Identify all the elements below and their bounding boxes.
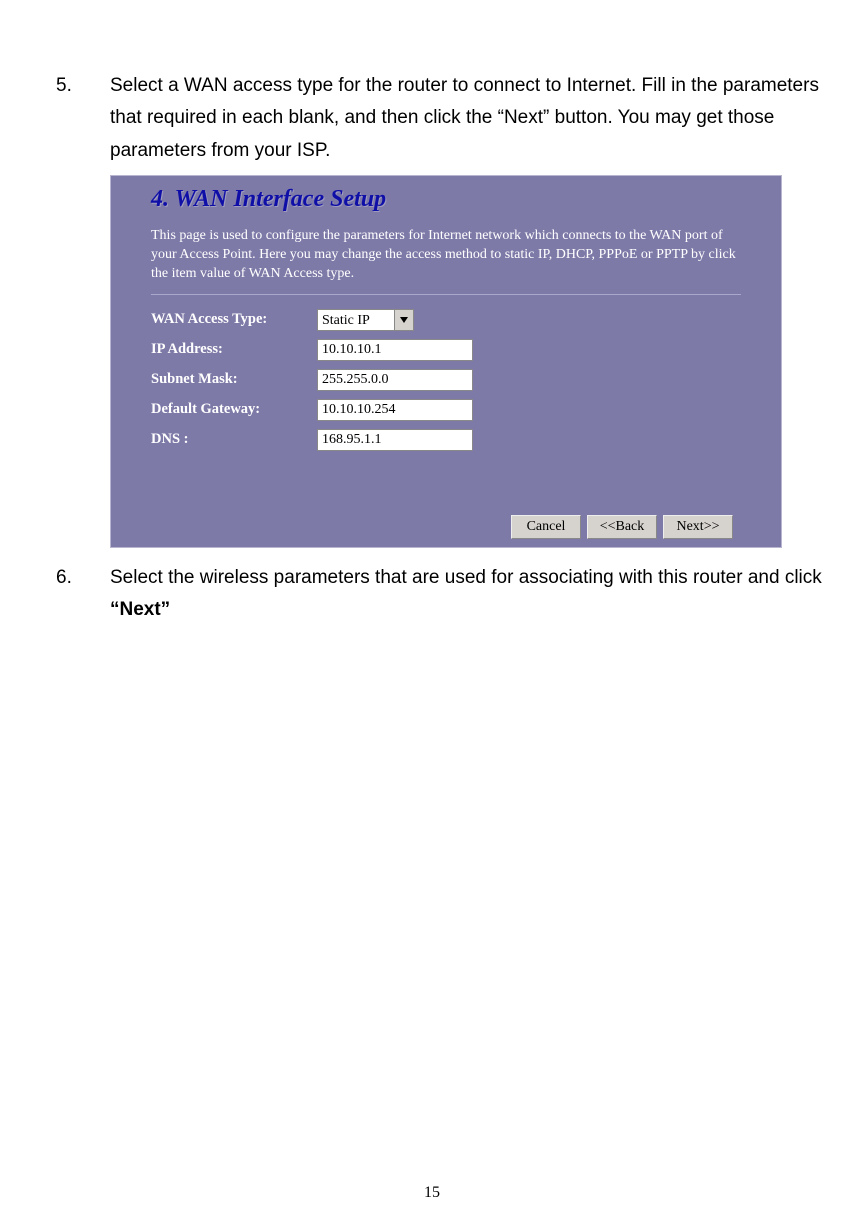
panel-description: This page is used to configure the param… [151,219,741,292]
panel-wrap: 4. WAN Interface Setup This page is used… [110,175,832,548]
page: 5. Select a WAN access type for the rout… [0,0,864,1228]
input-gateway[interactable] [317,399,473,421]
step-6-text-a: Select the wireless parameters that are … [110,567,822,588]
step-5-text: Select a WAN access type for the router … [110,70,832,167]
step-6-text-b: “Next” [110,599,170,620]
select-access-type[interactable]: Static IP [317,309,414,331]
next-button[interactable]: Next>> [663,515,733,539]
step-6-number: 6. [32,562,110,627]
label-ip: IP Address: [151,341,317,358]
divider [151,294,741,295]
input-ip[interactable] [317,339,473,361]
dropdown-icon[interactable] [394,310,413,330]
label-gateway: Default Gateway: [151,401,317,418]
label-access-type: WAN Access Type: [151,311,317,328]
input-mask[interactable] [317,369,473,391]
row-gateway: Default Gateway: [151,399,741,421]
row-dns: DNS : [151,429,741,451]
wan-setup-panel: 4. WAN Interface Setup This page is used… [110,175,782,548]
select-access-type-value: Static IP [318,310,394,330]
row-ip: IP Address: [151,339,741,361]
panel-title: 4. WAN Interface Setup [151,182,741,219]
row-mask: Subnet Mask: [151,369,741,391]
step-5: 5. Select a WAN access type for the rout… [32,70,832,167]
input-dns[interactable] [317,429,473,451]
row-access-type: WAN Access Type: Static IP [151,309,741,331]
cancel-button[interactable]: Cancel [511,515,581,539]
label-dns: DNS : [151,431,317,448]
step-6-text: Select the wireless parameters that are … [110,562,832,627]
step-6: 6. Select the wireless parameters that a… [32,562,832,627]
label-mask: Subnet Mask: [151,371,317,388]
button-row: Cancel <<Back Next>> [111,479,781,547]
step-5-number: 5. [32,70,110,167]
page-number: 15 [0,1184,864,1202]
back-button[interactable]: <<Back [587,515,657,539]
